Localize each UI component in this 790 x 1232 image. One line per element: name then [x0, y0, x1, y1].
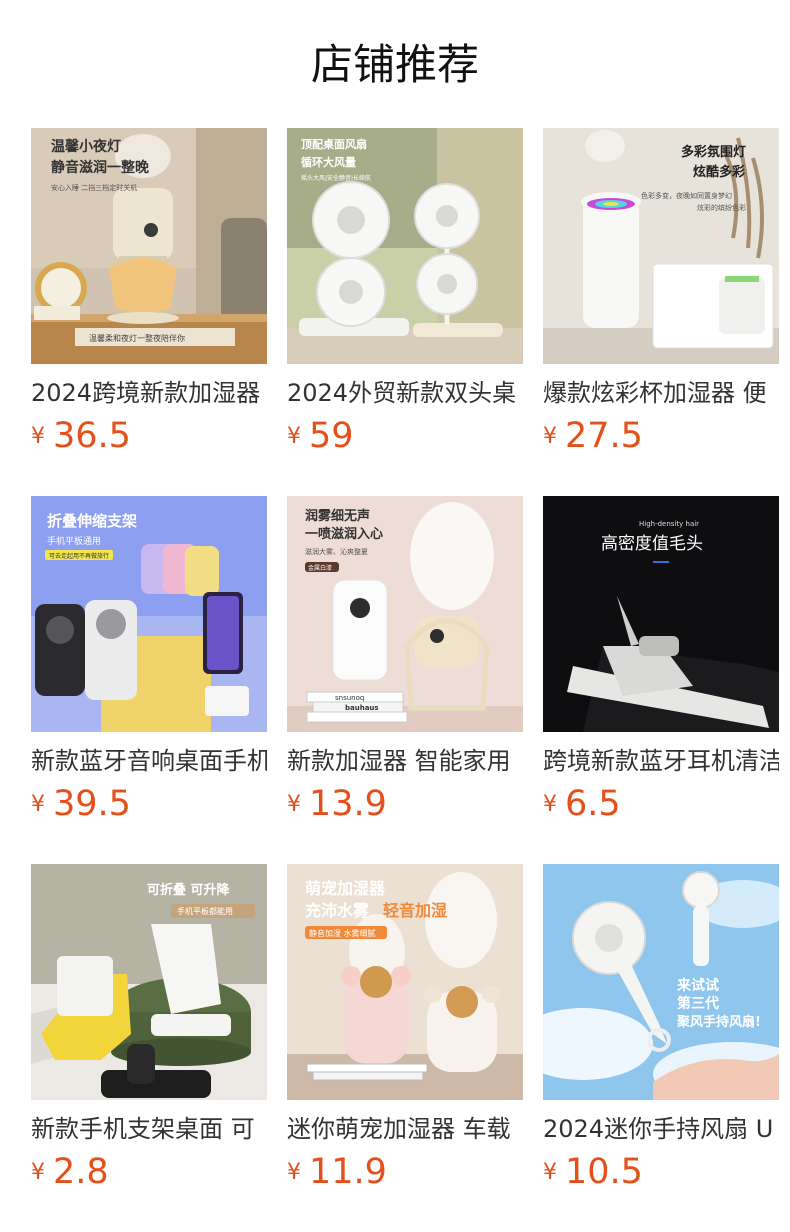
bluetooth-speaker-stand-image: 折叠伸缩支架 手机平板通用 可去走起用不再做旅行: [31, 496, 267, 732]
product-card[interactable]: 来试试 第三代 聚风手持风扇! 2024迷你手持风扇 U ¥10.5: [543, 864, 779, 1232]
product-name[interactable]: 2024外贸新款双头桌: [287, 376, 523, 410]
image-text: 聚风手持风扇!: [676, 1014, 761, 1030]
image-text: 顶配桌面风扇: [301, 137, 367, 151]
product-name[interactable]: 新款手机支架桌面 可: [31, 1112, 267, 1146]
product-card[interactable]: 温馨小夜灯 静音滋润一整晚 安心入睡 二挡三档定时关机 温馨柔和夜灯一整夜陪伴你…: [31, 128, 267, 496]
image-text: 色彩多变，夜晚如同置身梦幻: [641, 191, 732, 200]
image-text: 多彩氛围灯: [681, 144, 746, 160]
product-card[interactable]: 可折叠 可升降 手机平板都能用 新款手机支架桌面 可 ¥2.8: [31, 864, 267, 1232]
product-name[interactable]: 2024跨境新款加湿器: [31, 376, 267, 410]
product-name[interactable]: 爆款炫彩杯加湿器 便: [543, 376, 779, 410]
image-text: High-density hair: [639, 520, 699, 528]
product-name[interactable]: 跨境新款蓝牙耳机清洁: [543, 744, 779, 778]
product-price: ¥2.8: [31, 1150, 267, 1194]
image-text: 循环大风量: [301, 155, 356, 169]
image-text: 一喷滋润入心: [305, 526, 383, 542]
image-text: 炫酷多彩: [693, 164, 745, 180]
price-value: 11.9: [309, 1152, 387, 1192]
image-text: snsunoq: [335, 694, 364, 702]
product-card[interactable]: 顶配桌面风扇 循环大风量 摇头大风|安全静音|长续航 2024外贸新款双头桌 ¥…: [287, 128, 523, 496]
product-name[interactable]: 新款蓝牙音响桌面手机: [31, 744, 267, 778]
price-value: 13.9: [309, 784, 387, 824]
image-text: 滋润大雾、沁爽整夏: [305, 547, 368, 556]
store-recommend-page: 店铺推荐 温馨小夜灯 静音滋润一整晚 安心入睡 二挡三档定时关机 温馨柔和夜灯一…: [0, 0, 790, 1232]
product-name[interactable]: 新款加湿器 智能家用: [287, 744, 523, 778]
foldable-phone-stand-image: 可折叠 可升降 手机平板都能用: [31, 864, 267, 1100]
currency-symbol: ¥: [287, 424, 301, 449]
image-text: 萌宠加湿器: [305, 879, 386, 898]
currency-symbol: ¥: [543, 1160, 557, 1185]
price-value: 27.5: [565, 416, 643, 456]
currency-symbol: ¥: [31, 1160, 45, 1185]
image-text: 静音滋润一整晚: [51, 159, 149, 176]
image-text: 安心入睡 二挡三档定时关机: [51, 183, 137, 192]
currency-symbol: ¥: [543, 792, 557, 817]
image-text: 折叠伸缩支架: [47, 512, 137, 530]
product-image[interactable]: 可折叠 可升降 手机平板都能用: [31, 864, 267, 1100]
product-image[interactable]: 多彩氛围灯 炫酷多彩 色彩多变，夜晚如同置身梦幻 炫彩的缤纷色彩: [543, 128, 779, 364]
currency-symbol: ¥: [31, 792, 45, 817]
product-image[interactable]: 来试试 第三代 聚风手持风扇!: [543, 864, 779, 1100]
mini-pet-humidifier-image: 萌宠加湿器 充沛水雾 轻音加湿 静音加湿 水雾细腻: [287, 864, 523, 1100]
product-image[interactable]: 萌宠加湿器 充沛水雾 轻音加湿 静音加湿 水雾细腻: [287, 864, 523, 1100]
image-text: 可去走起用不再做旅行: [49, 552, 109, 560]
product-price: ¥36.5: [31, 414, 267, 458]
price-value: 59: [309, 416, 354, 456]
image-text: 温馨小夜灯: [51, 138, 121, 155]
image-text: 第三代: [677, 995, 719, 1012]
dual-head-desk-fan-image: 顶配桌面风扇 循环大风量 摇头大风|安全静音|长续航: [287, 128, 523, 364]
currency-symbol: ¥: [543, 424, 557, 449]
image-text: 来试试: [676, 977, 719, 994]
image-text: 温馨柔和夜灯一整夜陪伴你: [89, 333, 185, 343]
image-text: 炫彩的缤纷色彩: [697, 203, 746, 212]
price-value: 39.5: [53, 784, 131, 824]
image-text: bauhaus: [345, 704, 379, 712]
image-text: 手机平板通用: [47, 535, 101, 547]
currency-symbol: ¥: [287, 792, 301, 817]
image-text: 摇头大风|安全静音|长续航: [301, 174, 371, 182]
product-price: ¥11.9: [287, 1150, 523, 1194]
product-image[interactable]: 折叠伸缩支架 手机平板通用 可去走起用不再做旅行: [31, 496, 267, 732]
image-text: 静音加湿 水雾细腻: [309, 928, 376, 938]
image-text: 轻音加湿: [383, 901, 447, 920]
product-price: ¥39.5: [31, 782, 267, 826]
image-text: 金属白漆: [308, 564, 332, 572]
product-grid: 温馨小夜灯 静音滋润一整晚 安心入睡 二挡三档定时关机 温馨柔和夜灯一整夜陪伴你…: [31, 128, 779, 1232]
product-price: ¥13.9: [287, 782, 523, 826]
section-title: 店铺推荐: [310, 40, 479, 89]
product-price: ¥59: [287, 414, 523, 458]
price-value: 10.5: [565, 1152, 643, 1192]
product-image[interactable]: 顶配桌面风扇 循环大风量 摇头大风|安全静音|长续航: [287, 128, 523, 364]
product-image[interactable]: 润雾细无声 一喷滋润入心 滋润大雾、沁爽整夏 金属白漆 bauhaus snsu…: [287, 496, 523, 732]
image-text: 充沛水雾: [305, 901, 370, 920]
earbud-cleaning-pen-image: High-density hair 高密度值毛头: [543, 496, 779, 732]
price-value: 2.8: [53, 1152, 109, 1192]
product-card[interactable]: 折叠伸缩支架 手机平板通用 可去走起用不再做旅行 新款蓝牙音响桌面手机 ¥39.…: [31, 496, 267, 864]
handheld-fan-image: 来试试 第三代 聚风手持风扇!: [543, 864, 779, 1100]
image-text: 高密度值毛头: [601, 534, 703, 554]
product-image[interactable]: 温馨小夜灯 静音滋润一整晚 安心入睡 二挡三档定时关机 温馨柔和夜灯一整夜陪伴你: [31, 128, 267, 364]
colorful-cup-humidifier-image: 多彩氛围灯 炫酷多彩 色彩多变，夜晚如同置身梦幻 炫彩的缤纷色彩: [543, 128, 779, 364]
product-name[interactable]: 2024迷你手持风扇 U: [543, 1112, 779, 1146]
image-text: 可折叠 可升降: [147, 882, 231, 898]
product-name[interactable]: 迷你萌宠加湿器 车载: [287, 1112, 523, 1146]
product-price: ¥27.5: [543, 414, 779, 458]
product-price: ¥10.5: [543, 1150, 779, 1194]
image-text: 润雾细无声: [305, 508, 370, 524]
night-light-humidifier-image: 温馨小夜灯 静音滋润一整晚 安心入睡 二挡三档定时关机 温馨柔和夜灯一整夜陪伴你: [31, 128, 267, 364]
product-card[interactable]: 萌宠加湿器 充沛水雾 轻音加湿 静音加湿 水雾细腻 迷你萌宠加湿器 车载 ¥11…: [287, 864, 523, 1232]
product-price: ¥6.5: [543, 782, 779, 826]
price-value: 6.5: [565, 784, 621, 824]
product-card[interactable]: 润雾细无声 一喷滋润入心 滋润大雾、沁爽整夏 金属白漆 bauhaus snsu…: [287, 496, 523, 864]
currency-symbol: ¥: [287, 1160, 301, 1185]
smart-home-humidifier-image: 润雾细无声 一喷滋润入心 滋润大雾、沁爽整夏 金属白漆 bauhaus snsu…: [287, 496, 523, 732]
product-card[interactable]: 多彩氛围灯 炫酷多彩 色彩多变，夜晚如同置身梦幻 炫彩的缤纷色彩 爆款炫彩杯加湿…: [543, 128, 779, 496]
product-image[interactable]: High-density hair 高密度值毛头: [543, 496, 779, 732]
product-card[interactable]: High-density hair 高密度值毛头 跨境新款蓝牙耳机清洁 ¥6.5: [543, 496, 779, 864]
price-value: 36.5: [53, 416, 131, 456]
currency-symbol: ¥: [31, 424, 45, 449]
image-text: 手机平板都能用: [177, 906, 233, 916]
